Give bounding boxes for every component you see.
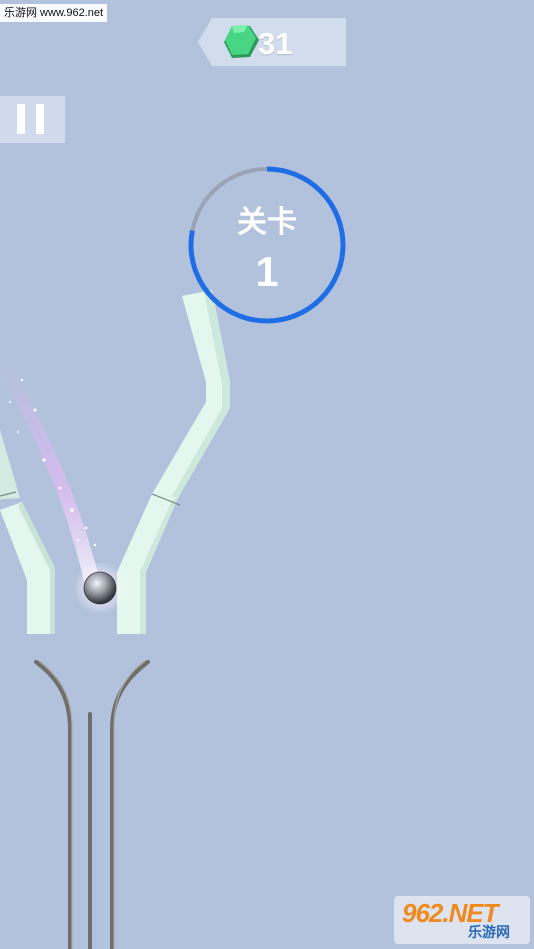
gem-count: 31	[258, 26, 293, 61]
ball-trail	[0, 360, 100, 585]
level-number: 1	[255, 248, 279, 295]
ball	[74, 562, 126, 614]
watermark-logo: 962.NET 乐游网	[394, 896, 530, 944]
pause-button[interactable]	[0, 96, 65, 143]
level-label: 关卡	[237, 206, 297, 239]
gem-counter: 31	[198, 18, 346, 66]
watermark-text: 乐游网 www.962.net	[0, 4, 108, 22]
track-right	[117, 290, 230, 634]
game-scene	[0, 290, 230, 949]
rails	[34, 660, 150, 949]
watermark-logo-sub: 乐游网	[468, 924, 510, 940]
hexagon-gem-icon	[224, 25, 259, 58]
